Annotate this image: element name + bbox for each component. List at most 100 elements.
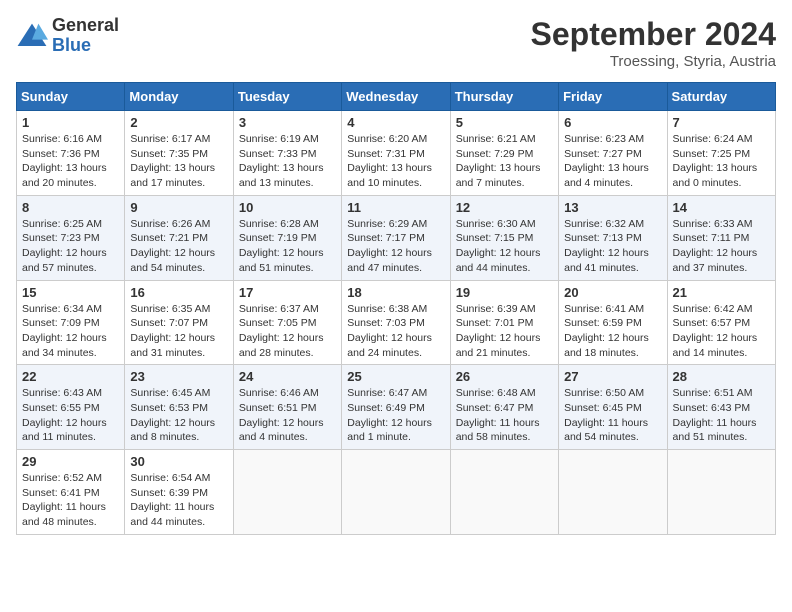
day-number: 18 [347, 285, 444, 300]
day-number: 6 [564, 115, 661, 130]
day-number: 13 [564, 200, 661, 215]
day-number: 7 [673, 115, 770, 130]
day-info: Sunrise: 6:30 AMSunset: 7:15 PMDaylight:… [456, 217, 553, 276]
calendar-cell: 29 Sunrise: 6:52 AMSunset: 6:41 PMDayligh… [17, 450, 125, 535]
day-number: 27 [564, 369, 661, 384]
location: Troessing, Styria, Austria [531, 53, 776, 70]
day-number: 12 [456, 200, 553, 215]
calendar-cell: 14 Sunrise: 6:33 AMSunset: 7:11 PMDayligh… [667, 195, 775, 280]
logo-text: General Blue [52, 16, 119, 56]
day-number: 1 [22, 115, 119, 130]
day-number: 30 [130, 454, 227, 469]
week-row-3: 15 Sunrise: 6:34 AMSunset: 7:09 PMDayligh… [17, 280, 776, 365]
calendar-cell: 21Sunrise: 6:42 AMSunset: 6:57 PMDayligh… [667, 280, 775, 365]
week-row-1: 1Sunrise: 6:16 AMSunset: 7:36 PMDaylight… [17, 111, 776, 196]
day-info: Sunrise: 6:45 AMSunset: 6:53 PMDaylight:… [130, 386, 227, 445]
day-info: Sunrise: 6:41 AMSunset: 6:59 PMDaylight:… [564, 302, 661, 361]
day-info: Sunrise: 6:43 AMSunset: 6:55 PMDaylight:… [22, 386, 119, 445]
day-number: 23 [130, 369, 227, 384]
day-info: Sunrise: 6:17 AMSunset: 7:35 PMDaylight:… [130, 132, 227, 191]
calendar-cell: 17 Sunrise: 6:37 AMSunset: 7:05 PMDayligh… [233, 280, 341, 365]
calendar-body: 1Sunrise: 6:16 AMSunset: 7:36 PMDaylight… [17, 111, 776, 535]
day-info: Sunrise: 6:28 AMSunset: 7:19 PMDaylight:… [239, 217, 336, 276]
calendar-cell: 5 Sunrise: 6:21 AMSunset: 7:29 PMDaylight… [450, 111, 558, 196]
day-number: 11 [347, 200, 444, 215]
day-info: Sunrise: 6:39 AMSunset: 7:01 PMDaylight:… [456, 302, 553, 361]
day-info: Sunrise: 6:46 AMSunset: 6:51 PMDaylight:… [239, 386, 336, 445]
page-header: General Blue September 2024 Troessing, S… [16, 16, 776, 70]
day-number: 4 [347, 115, 444, 130]
calendar-cell: 30 Sunrise: 6:54 AMSunset: 6:39 PMDayligh… [125, 450, 233, 535]
day-info: Sunrise: 6:19 AMSunset: 7:33 PMDaylight:… [239, 132, 336, 191]
day-number: 9 [130, 200, 227, 215]
calendar-cell: 26 Sunrise: 6:48 AMSunset: 6:47 PMDayligh… [450, 365, 558, 450]
calendar-cell: 1Sunrise: 6:16 AMSunset: 7:36 PMDaylight… [17, 111, 125, 196]
day-number: 20 [564, 285, 661, 300]
day-info: Sunrise: 6:33 AMSunset: 7:11 PMDaylight:… [673, 217, 770, 276]
day-number: 15 [22, 285, 119, 300]
day-info: Sunrise: 6:34 AMSunset: 7:09 PMDaylight:… [22, 302, 119, 361]
day-info: Sunrise: 6:38 AMSunset: 7:03 PMDaylight:… [347, 302, 444, 361]
day-number: 2 [130, 115, 227, 130]
calendar-cell: 10 Sunrise: 6:28 AMSunset: 7:19 PMDayligh… [233, 195, 341, 280]
calendar-cell: 24 Sunrise: 6:46 AMSunset: 6:51 PMDayligh… [233, 365, 341, 450]
calendar-cell: 16Sunrise: 6:35 AMSunset: 7:07 PMDayligh… [125, 280, 233, 365]
day-number: 8 [22, 200, 119, 215]
calendar-cell: 25 Sunrise: 6:47 AMSunset: 6:49 PMDayligh… [342, 365, 450, 450]
week-row-2: 8Sunrise: 6:25 AMSunset: 7:23 PMDaylight… [17, 195, 776, 280]
day-number: 16 [130, 285, 227, 300]
day-number: 5 [456, 115, 553, 130]
calendar-cell [450, 450, 558, 535]
day-number: 17 [239, 285, 336, 300]
calendar-cell: 23 Sunrise: 6:45 AMSunset: 6:53 PMDayligh… [125, 365, 233, 450]
day-number: 22 [22, 369, 119, 384]
day-info: Sunrise: 6:47 AMSunset: 6:49 PMDaylight:… [347, 386, 444, 445]
weekday-header-sunday: Sunday [17, 83, 125, 111]
calendar-cell [342, 450, 450, 535]
day-info: Sunrise: 6:52 AMSunset: 6:41 PMDaylight:… [22, 471, 119, 530]
month-title: September 2024 [531, 16, 776, 53]
weekday-header-friday: Friday [559, 83, 667, 111]
weekday-header-monday: Monday [125, 83, 233, 111]
calendar-cell: 3 Sunrise: 6:19 AMSunset: 7:33 PMDaylight… [233, 111, 341, 196]
calendar-cell: 27 Sunrise: 6:50 AMSunset: 6:45 PMDayligh… [559, 365, 667, 450]
calendar-cell: 13 Sunrise: 6:32 AMSunset: 7:13 PMDayligh… [559, 195, 667, 280]
day-info: Sunrise: 6:20 AMSunset: 7:31 PMDaylight:… [347, 132, 444, 191]
day-number: 26 [456, 369, 553, 384]
day-info: Sunrise: 6:48 AMSunset: 6:47 PMDaylight:… [456, 386, 553, 445]
calendar-cell: 19 Sunrise: 6:39 AMSunset: 7:01 PMDayligh… [450, 280, 558, 365]
calendar-cell [233, 450, 341, 535]
week-row-5: 29 Sunrise: 6:52 AMSunset: 6:41 PMDayligh… [17, 450, 776, 535]
day-number: 19 [456, 285, 553, 300]
day-number: 25 [347, 369, 444, 384]
day-info: Sunrise: 6:21 AMSunset: 7:29 PMDaylight:… [456, 132, 553, 191]
calendar-table: SundayMondayTuesdayWednesdayThursdayFrid… [16, 82, 776, 535]
weekday-header-wednesday: Wednesday [342, 83, 450, 111]
calendar-cell: 20 Sunrise: 6:41 AMSunset: 6:59 PMDayligh… [559, 280, 667, 365]
logo-general: General [52, 15, 119, 35]
calendar-cell [559, 450, 667, 535]
calendar-cell: 28Sunrise: 6:51 AMSunset: 6:43 PMDayligh… [667, 365, 775, 450]
day-info: Sunrise: 6:37 AMSunset: 7:05 PMDaylight:… [239, 302, 336, 361]
calendar-cell: 4 Sunrise: 6:20 AMSunset: 7:31 PMDaylight… [342, 111, 450, 196]
day-info: Sunrise: 6:54 AMSunset: 6:39 PMDaylight:… [130, 471, 227, 530]
day-number: 29 [22, 454, 119, 469]
day-number: 14 [673, 200, 770, 215]
day-number: 24 [239, 369, 336, 384]
day-number: 10 [239, 200, 336, 215]
logo-blue: Blue [52, 35, 91, 55]
day-info: Sunrise: 6:32 AMSunset: 7:13 PMDaylight:… [564, 217, 661, 276]
calendar-cell: 11Sunrise: 6:29 AMSunset: 7:17 PMDayligh… [342, 195, 450, 280]
weekday-row: SundayMondayTuesdayWednesdayThursdayFrid… [17, 83, 776, 111]
calendar-cell: 22 Sunrise: 6:43 AMSunset: 6:55 PMDayligh… [17, 365, 125, 450]
day-info: Sunrise: 6:24 AMSunset: 7:25 PMDaylight:… [673, 132, 770, 191]
calendar-cell: 2 Sunrise: 6:17 AMSunset: 7:35 PMDaylight… [125, 111, 233, 196]
week-row-4: 22 Sunrise: 6:43 AMSunset: 6:55 PMDayligh… [17, 365, 776, 450]
title-area: September 2024 Troessing, Styria, Austri… [531, 16, 776, 70]
day-info: Sunrise: 6:50 AMSunset: 6:45 PMDaylight:… [564, 386, 661, 445]
calendar-cell: 6Sunrise: 6:23 AMSunset: 7:27 PMDaylight… [559, 111, 667, 196]
day-info: Sunrise: 6:51 AMSunset: 6:43 PMDaylight:… [673, 386, 770, 445]
logo-icon [16, 22, 48, 50]
calendar-cell: 15 Sunrise: 6:34 AMSunset: 7:09 PMDayligh… [17, 280, 125, 365]
day-number: 3 [239, 115, 336, 130]
